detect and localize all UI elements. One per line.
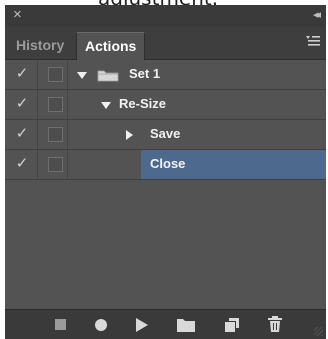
dialog-toggle-box[interactable]	[48, 67, 63, 82]
dialog-toggle-box[interactable]	[48, 157, 63, 172]
action-label: Re-Size	[119, 96, 166, 111]
dialog-toggle-box[interactable]	[48, 97, 63, 112]
divider	[67, 150, 68, 179]
divider	[37, 150, 38, 179]
new-set-icon[interactable]	[177, 318, 195, 332]
divider	[37, 120, 38, 149]
check-icon[interactable]: ✓	[13, 94, 31, 114]
bottom-toolbar	[5, 309, 326, 339]
divider	[67, 120, 68, 149]
divider	[67, 60, 68, 89]
check-icon[interactable]: ✓	[13, 124, 31, 144]
divider	[37, 60, 38, 89]
close-icon[interactable]: ×	[13, 6, 22, 24]
list-item[interactable]: ✓ Save	[5, 120, 326, 150]
actions-list: ✓ Set 1 ✓ Re-Size ✓ Save ✓ Close	[5, 60, 326, 180]
stop-icon[interactable]	[55, 319, 66, 330]
action-label: Save	[150, 126, 181, 141]
collapse-icon[interactable]: ◂◂	[313, 7, 321, 23]
list-item[interactable]: ✓ Re-Size	[5, 90, 326, 120]
list-item[interactable]: ✓ Close	[5, 150, 326, 180]
tab-bar: History Actions	[5, 27, 326, 60]
action-label: Set 1	[129, 66, 161, 81]
tab-history[interactable]: History	[8, 32, 72, 58]
actions-panel: × ◂◂ History Actions ✓ Set 1 ✓ Re-Size ✓…	[5, 5, 326, 339]
panel-titlebar: × ◂◂	[5, 5, 326, 27]
collapsed-triangle-icon[interactable]	[126, 130, 133, 140]
list-item[interactable]: ✓ Set 1	[5, 60, 326, 90]
divider	[37, 90, 38, 119]
dialog-toggle-box[interactable]	[48, 127, 63, 142]
resize-grip[interactable]	[314, 327, 323, 336]
divider	[67, 90, 68, 119]
action-label: Close	[150, 156, 186, 171]
folder-icon	[97, 70, 119, 82]
new-action-icon[interactable]	[225, 318, 239, 332]
expand-triangle-icon[interactable]	[101, 102, 111, 109]
panel-menu-icon[interactable]	[306, 35, 320, 49]
check-icon[interactable]: ✓	[13, 154, 31, 174]
expand-triangle-icon[interactable]	[77, 72, 87, 79]
record-icon[interactable]	[95, 319, 107, 331]
tab-actions[interactable]: Actions	[76, 32, 146, 60]
trash-icon[interactable]	[267, 316, 283, 332]
check-icon[interactable]: ✓	[13, 64, 31, 84]
play-icon[interactable]	[136, 318, 148, 332]
